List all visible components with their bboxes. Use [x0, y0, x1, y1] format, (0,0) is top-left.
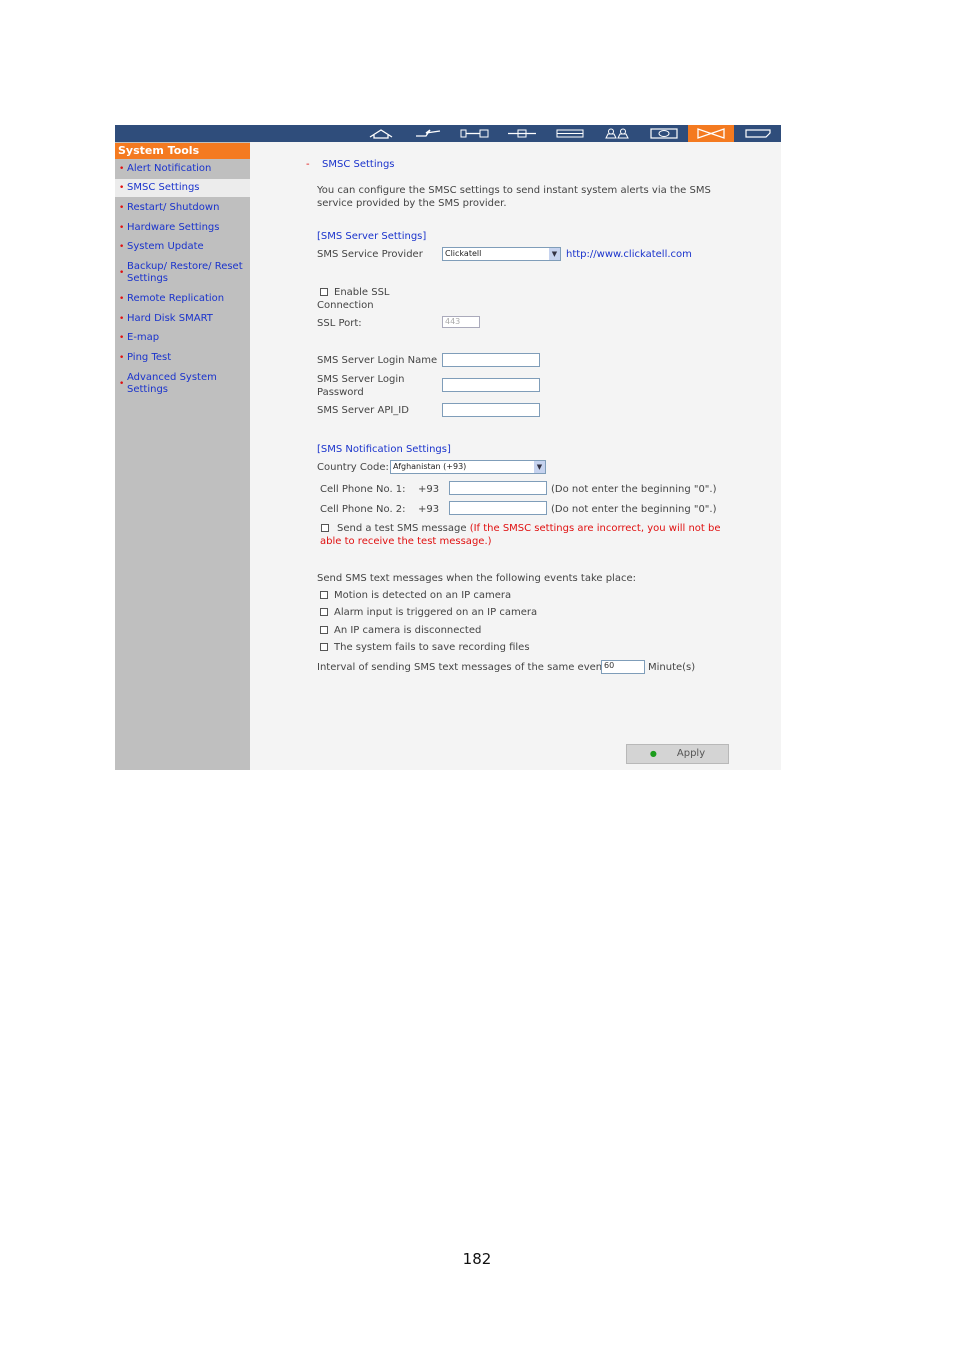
phone2-prefix: +93	[418, 504, 440, 515]
sidebar-item-ping-test[interactable]: • Ping Test	[115, 352, 250, 364]
api-id-input[interactable]	[442, 403, 540, 417]
login-name-input[interactable]	[442, 353, 540, 367]
event-recording-fail-label: The system fails to save recording files	[334, 642, 530, 653]
event-recording-fail-checkbox[interactable]	[320, 643, 328, 651]
users-icon[interactable]	[594, 125, 640, 142]
bullet-icon: •	[119, 223, 125, 233]
country-label: Country Code:	[317, 462, 389, 473]
ssl-port-label: SSL Port:	[317, 318, 362, 329]
sidebar-item-label: Backup/ Restore/ Reset Settings	[127, 261, 243, 284]
home-icon[interactable]	[358, 125, 404, 142]
event-alarm-label: Alarm input is triggered on an IP camera	[334, 607, 538, 618]
app-window: System Tools • Alert Notification • SMSC…	[115, 125, 781, 770]
description: You can configure the SMSC settings to s…	[317, 185, 711, 209]
ssl-port-input[interactable]: 443	[442, 316, 480, 328]
sidebar-item-hardware-settings[interactable]: • Hardware Settings	[115, 222, 250, 234]
logout-icon[interactable]	[735, 125, 781, 142]
phone2-hint: (Do not enter the beginning "0".)	[551, 504, 717, 515]
apply-button[interactable]: ● Apply	[626, 744, 729, 764]
sidebar-item-label: Remote Replication	[127, 293, 225, 304]
login-name-label: SMS Server Login Name	[317, 355, 438, 366]
bullet-icon: •	[119, 314, 125, 324]
sidebar-item-label: Hard Disk SMART	[127, 313, 213, 324]
phone1-prefix: +93	[418, 484, 440, 495]
events-intro: Send SMS text messages when the followin…	[317, 573, 636, 584]
sidebar-item-label: Ping Test	[127, 352, 172, 363]
phone1-label: Cell Phone No. 1:	[320, 484, 406, 495]
storage-icon[interactable]	[547, 125, 593, 142]
phone1-input[interactable]	[449, 481, 547, 495]
test-sms-label: Send a test SMS message	[337, 523, 467, 534]
sidebar-item-e-map[interactable]: • E-map	[115, 332, 250, 344]
page-title: SMSC Settings	[322, 159, 395, 170]
country-value: Afghanistan (+93)	[393, 462, 467, 471]
bullet-icon: •	[119, 203, 125, 213]
bullet-icon: •	[119, 242, 125, 252]
event-motion-checkbox[interactable]	[320, 591, 328, 599]
interval-input[interactable]: 60	[601, 660, 645, 674]
camera-icon[interactable]	[641, 125, 687, 142]
api-id-label: SMS Server API_ID	[317, 405, 409, 416]
bullet-icon: •	[119, 294, 125, 304]
sidebar-item-label: Advanced System Settings	[127, 372, 217, 395]
top-toolbar	[115, 125, 781, 142]
sidebar-item-label: Hardware Settings	[127, 222, 220, 233]
page-number: 182	[462, 1250, 492, 1268]
sidebar-item-advanced-system-settings[interactable]: • Advanced System Settings	[115, 372, 233, 396]
bullet-icon: •	[119, 164, 125, 174]
provider-label: SMS Service Provider	[317, 249, 423, 260]
sidebar-title: System Tools	[115, 143, 250, 159]
notification-section-heading: [SMS Notification Settings]	[317, 444, 451, 455]
network-service-icon[interactable]	[499, 125, 545, 142]
bullet-icon: •	[119, 333, 125, 343]
event-motion-label: Motion is detected on an IP camera	[334, 590, 512, 601]
country-select[interactable]: Afghanistan (+93) ▼	[390, 460, 546, 474]
interval-label: Interval of sending SMS text messages of…	[317, 662, 615, 673]
sidebar-item-label: Restart/ Shutdown	[127, 202, 220, 213]
sidebar-item-label: E-map	[127, 332, 160, 343]
sidebar-item-label: SMSC Settings	[127, 182, 200, 193]
server-section-heading: [SMS Server Settings]	[317, 231, 427, 242]
bullet-icon: •	[119, 379, 125, 389]
main-content: - SMSC Settings You can configure the SM…	[250, 142, 781, 770]
event-alarm-checkbox[interactable]	[320, 608, 328, 616]
provider-link[interactable]: http://www.clickatell.com	[566, 248, 692, 261]
ssl-label: Enable SSL Connection	[317, 287, 390, 311]
sidebar-item-smsc-settings[interactable]: • SMSC Settings	[115, 179, 250, 197]
apply-dot-icon: ●	[649, 749, 657, 758]
device-config-icon[interactable]	[452, 125, 498, 142]
test-sms-text: Send a test SMS message (If the SMSC set…	[320, 522, 732, 548]
sidebar-item-remote-replication[interactable]: • Remote Replication	[115, 293, 250, 305]
provider-select[interactable]: Clickatell ▼	[442, 247, 561, 261]
event-disconnect-checkbox[interactable]	[320, 626, 328, 634]
bullet-icon: •	[119, 183, 125, 193]
chevron-down-icon: ▼	[534, 461, 545, 473]
phone2-input[interactable]	[449, 501, 547, 515]
sidebar-item-hard-disk-smart[interactable]: • Hard Disk SMART	[115, 313, 250, 325]
sidebar-item-alert-notification[interactable]: • Alert Notification	[115, 163, 250, 175]
bullet-icon: •	[119, 268, 125, 278]
system-tools-icon[interactable]	[688, 125, 734, 142]
sidebar-item-label: System Update	[127, 241, 204, 252]
bullet-icon: •	[119, 353, 125, 363]
provider-value: Clickatell	[445, 249, 482, 258]
phone1-hint: (Do not enter the beginning "0".)	[551, 484, 717, 495]
login-password-input[interactable]	[442, 378, 540, 392]
chevron-down-icon: ▼	[549, 248, 560, 260]
phone2-label: Cell Phone No. 2:	[320, 504, 406, 515]
login-password-label: SMS Server Login Password	[317, 374, 405, 398]
network-icon[interactable]	[405, 125, 451, 142]
sidebar-item-backup-restore-reset[interactable]: • Backup/ Restore/ Reset Settings	[115, 261, 243, 285]
sidebar-item-label: Alert Notification	[127, 163, 212, 174]
interval-unit: Minute(s)	[648, 662, 696, 673]
sidebar: System Tools • Alert Notification • SMSC…	[115, 142, 250, 770]
title-dash: -	[306, 159, 310, 170]
sidebar-item-system-update[interactable]: • System Update	[115, 241, 250, 253]
event-disconnect-label: An IP camera is disconnected	[334, 625, 482, 636]
sidebar-item-restart-shutdown[interactable]: • Restart/ Shutdown	[115, 202, 250, 214]
apply-label: Apply	[676, 748, 706, 759]
